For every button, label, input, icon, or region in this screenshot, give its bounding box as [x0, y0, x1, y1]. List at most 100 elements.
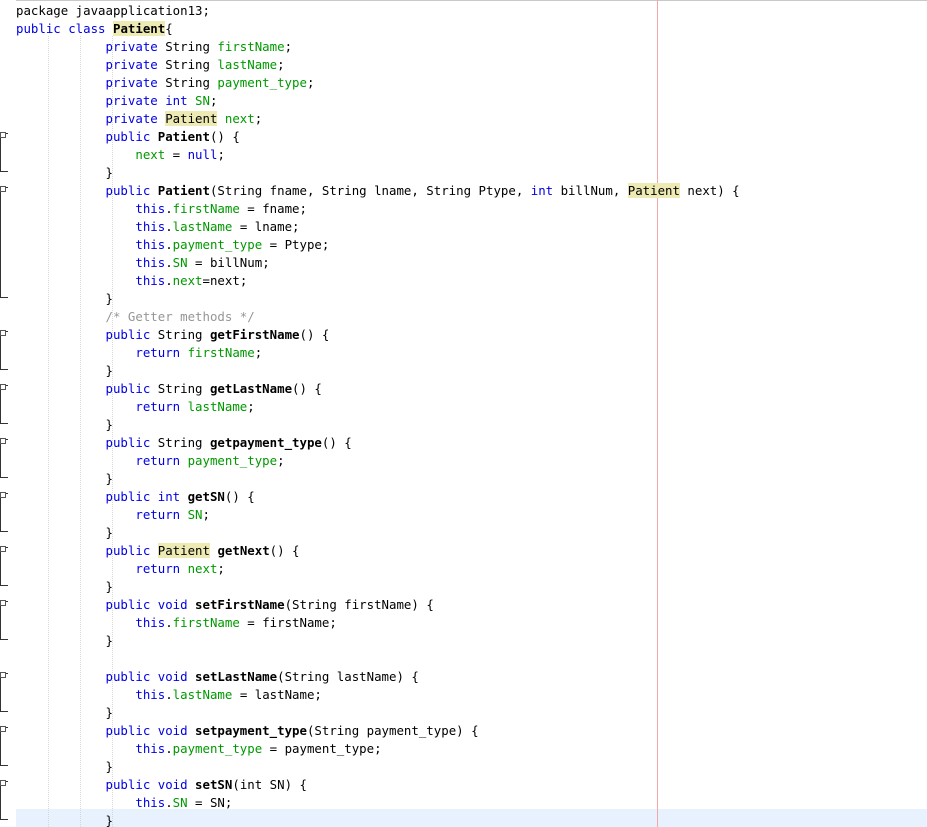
right-margin-line [657, 0, 658, 827]
code-line[interactable]: public class Patient{ [16, 20, 173, 38]
code-line[interactable]: return lastName; [16, 398, 255, 416]
code-line[interactable]: private int SN; [16, 92, 217, 110]
code-line[interactable]: } [16, 704, 113, 722]
code-token: ; [255, 111, 262, 126]
code-token: setSN [195, 777, 232, 792]
code-token: } [16, 705, 113, 720]
code-token: () { [270, 543, 300, 558]
code-line[interactable]: } [16, 632, 113, 650]
code-token: getFirstName [210, 327, 300, 342]
code-token: } [16, 417, 113, 432]
code-token: . [165, 273, 172, 288]
code-line[interactable]: this.firstName = fname; [16, 200, 307, 218]
code-line[interactable]: public Patient(String fname, String lnam… [16, 182, 740, 200]
code-token: = Ptype; [262, 237, 329, 252]
fold-bracket [0, 385, 8, 424]
code-line[interactable]: return firstName; [16, 344, 262, 362]
code-token: . [165, 237, 172, 252]
code-line[interactable]: return SN; [16, 506, 210, 524]
fold-toggle-icon[interactable] [0, 186, 6, 192]
code-line[interactable]: public String getpayment_type() { [16, 434, 352, 452]
code-line[interactable]: private Patient next; [16, 110, 262, 128]
code-line[interactable]: } [16, 416, 113, 434]
fold-toggle-icon[interactable] [0, 672, 6, 678]
code-token: = [165, 147, 187, 162]
code-line[interactable]: } [16, 578, 113, 596]
fold-toggle-icon[interactable] [0, 330, 6, 336]
code-line[interactable]: } [16, 290, 113, 308]
code-token: } [16, 165, 113, 180]
code-line[interactable]: public void setFirstName(String firstNam… [16, 596, 434, 614]
code-token: getSN [188, 489, 225, 504]
code-line[interactable]: this.SN = billNum; [16, 254, 270, 272]
code-line[interactable]: this.SN = SN; [16, 794, 232, 812]
code-token: private int [16, 93, 195, 108]
code-line[interactable]: public Patient getNext() { [16, 542, 300, 560]
fold-toggle-icon[interactable] [0, 492, 6, 498]
code-token: . [165, 741, 172, 756]
code-token: ; [217, 147, 224, 162]
fold-toggle-icon[interactable] [0, 780, 6, 786]
fold-toggle-icon[interactable] [0, 726, 6, 732]
code-line[interactable]: public String getLastName() { [16, 380, 322, 398]
code-token: } [16, 525, 113, 540]
code-line[interactable]: } [16, 470, 113, 488]
code-line[interactable]: } [16, 524, 113, 542]
code-line[interactable]: public void setpayment_type(String payme… [16, 722, 479, 740]
code-token: () { [300, 327, 330, 342]
fold-toggle-icon[interactable] [0, 132, 6, 138]
code-token: Patient [158, 543, 210, 558]
fold-toggle-icon[interactable] [0, 546, 6, 552]
code-line[interactable]: next = null; [16, 146, 225, 164]
code-token: } [16, 363, 113, 378]
code-line[interactable]: } [16, 164, 113, 182]
code-line[interactable]: /* Getter methods */ [16, 308, 255, 326]
code-token: lastName [217, 57, 277, 72]
code-token: setpayment_type [195, 723, 307, 738]
fold-toggle-icon[interactable] [0, 384, 6, 390]
code-token: this [135, 687, 165, 702]
code-token: this [135, 273, 165, 288]
code-token: Patient [628, 183, 680, 198]
code-line[interactable]: private String payment_type; [16, 74, 314, 92]
code-line[interactable]: } [16, 812, 113, 827]
code-token: (String firstName) { [285, 597, 434, 612]
fold-bracket [0, 727, 8, 766]
code-line[interactable]: private String firstName; [16, 38, 292, 56]
fold-toggle-icon[interactable] [0, 438, 6, 444]
code-line[interactable]: package javaapplication13; [16, 2, 210, 20]
code-line[interactable]: } [16, 362, 113, 380]
code-token: String [158, 327, 210, 342]
code-line[interactable]: public int getSN() { [16, 488, 255, 506]
code-token: payment_type [173, 237, 263, 252]
code-line[interactable]: public void setSN(int SN) { [16, 776, 307, 794]
code-line[interactable]: private String lastName; [16, 56, 285, 74]
fold-toggle-icon[interactable] [0, 600, 6, 606]
code-token: public [16, 129, 158, 144]
code-line[interactable]: this.next=next; [16, 272, 247, 290]
code-line[interactable]: return next; [16, 560, 225, 578]
code-line[interactable]: this.payment_type = payment_type; [16, 740, 382, 758]
code-token: = firstName; [240, 615, 337, 630]
code-line[interactable]: this.lastName = lname; [16, 218, 300, 236]
code-token: =next; [203, 273, 248, 288]
code-token: payment_type [173, 741, 263, 756]
code-line[interactable]: this.payment_type = Ptype; [16, 236, 329, 254]
code-editor[interactable]: package javaapplication13;public class P… [0, 0, 927, 827]
code-line[interactable]: return payment_type; [16, 452, 285, 470]
code-line[interactable]: this.firstName = firstName; [16, 614, 337, 632]
code-token: public [16, 543, 158, 558]
code-line[interactable]: } [16, 758, 113, 776]
code-line[interactable]: this.lastName = lastName; [16, 686, 322, 704]
code-token: = lastName; [232, 687, 322, 702]
code-token [16, 273, 135, 288]
code-token: = lname; [232, 219, 299, 234]
code-line[interactable]: public String getFirstName() { [16, 326, 329, 344]
code-token: payment_type [217, 75, 307, 90]
code-token: firstName [188, 345, 255, 360]
code-line[interactable]: public void setLastName(String lastName)… [16, 668, 419, 686]
code-token: String [165, 75, 217, 90]
code-token: null [188, 147, 218, 162]
code-token: payment_type [188, 453, 278, 468]
code-line[interactable]: public Patient() { [16, 128, 240, 146]
